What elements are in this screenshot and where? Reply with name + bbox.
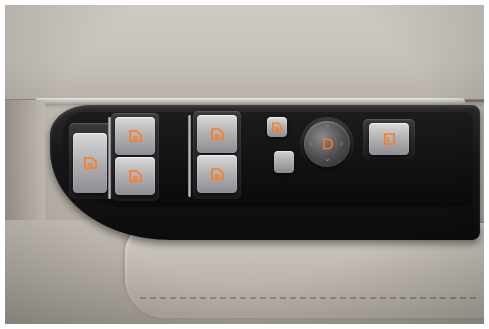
central-lock-button[interactable] xyxy=(274,151,294,173)
window-icon xyxy=(211,128,224,140)
window-lock-icon xyxy=(272,122,282,132)
upper-door-trim xyxy=(5,5,484,102)
armrest-stitching xyxy=(140,297,480,299)
switch-divider-left xyxy=(108,117,111,199)
switch-divider-right xyxy=(188,115,191,197)
mirror-fold-icon xyxy=(384,133,395,145)
window-icon xyxy=(84,157,97,169)
mirror-up-arrow: ⌃ xyxy=(324,124,331,133)
window-icon xyxy=(129,170,142,182)
window-switch-front-lower[interactable] xyxy=(115,157,155,195)
mirror-right-arrow: › xyxy=(340,139,344,148)
window-icon xyxy=(211,168,224,180)
mirror-adjust-knob[interactable]: ‹ › ⌃ ⌄ xyxy=(304,121,350,167)
window-switch-driver-left[interactable] xyxy=(73,133,107,193)
window-switch-rear-lower[interactable] xyxy=(197,155,237,193)
mirror-adjust-icon xyxy=(323,138,333,150)
mirror-fold-button[interactable] xyxy=(369,123,409,155)
window-switch-front-upper[interactable] xyxy=(115,117,155,155)
mirror-down-arrow: ⌄ xyxy=(324,154,331,163)
window-switch-rear-upper[interactable] xyxy=(197,115,237,153)
child-lock-button[interactable] xyxy=(267,117,287,137)
car-door-photo: ‹ › ⌃ ⌄ xyxy=(5,5,484,324)
chrome-strip xyxy=(35,98,465,105)
mirror-left-arrow: ‹ xyxy=(309,139,313,148)
window-icon xyxy=(129,130,142,142)
